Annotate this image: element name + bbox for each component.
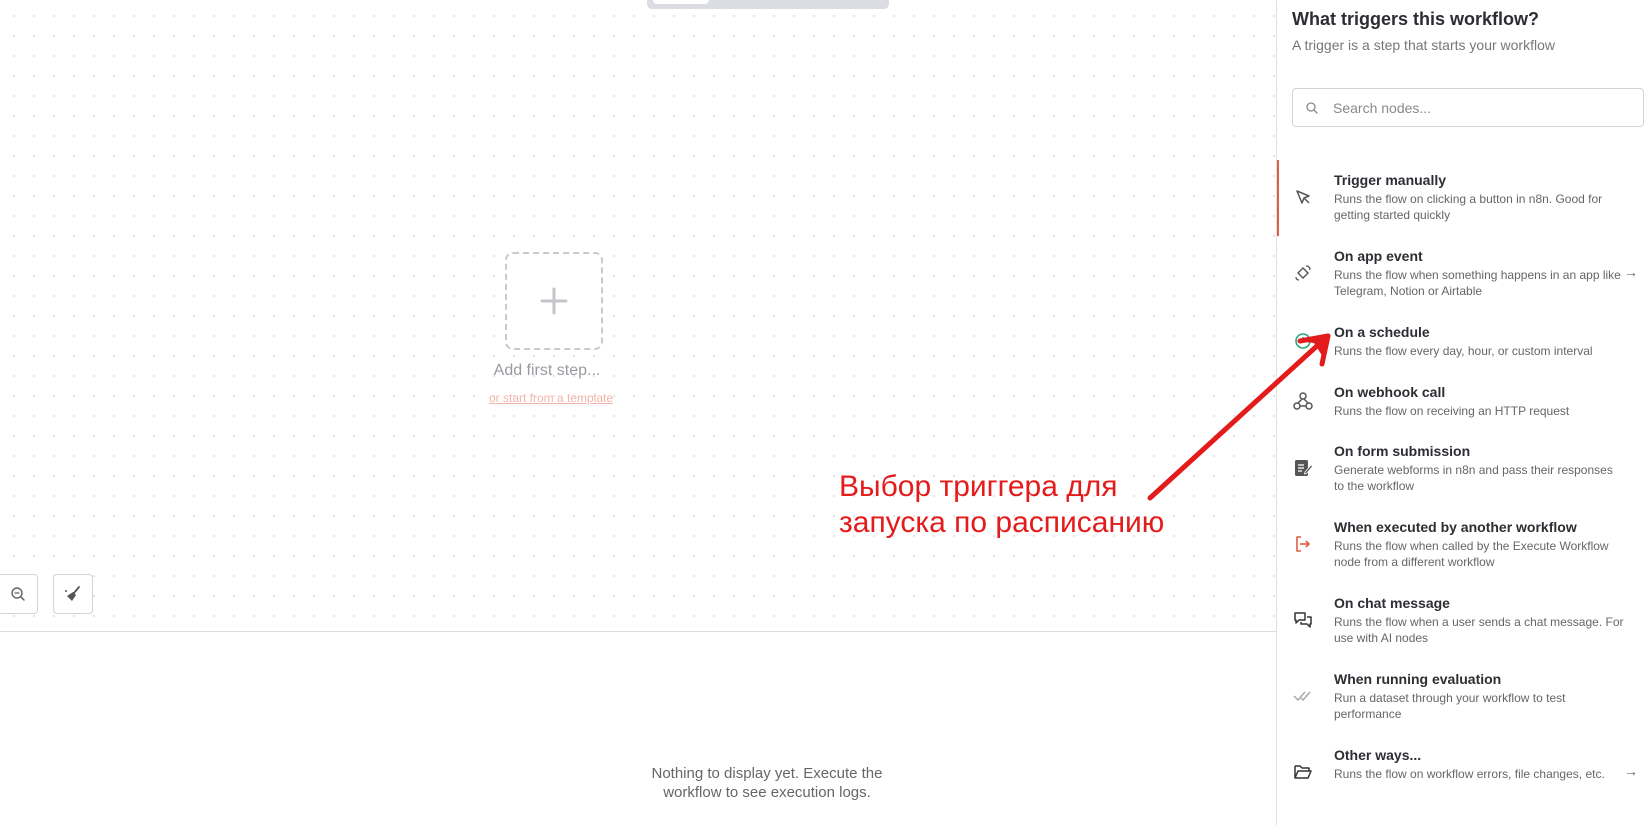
chat-icon <box>1292 609 1314 631</box>
trigger-item-desc: Runs the flow when something happens in … <box>1334 268 1621 298</box>
add-first-step-button[interactable] <box>505 252 603 350</box>
trigger-item-form[interactable]: On form submission Generate webforms in … <box>1277 443 1650 507</box>
search-icon <box>1305 101 1319 115</box>
trigger-item-name: Other ways... <box>1334 747 1422 763</box>
folder-open-icon <box>1292 761 1314 783</box>
tidy-up-button[interactable] <box>53 574 93 614</box>
trigger-item-webhook[interactable]: On webhook call Runs the flow on receivi… <box>1277 384 1650 424</box>
trigger-item-app-event[interactable]: On app event Runs the flow when somethin… <box>1277 248 1650 312</box>
zoom-out-button[interactable] <box>0 574 38 614</box>
trigger-item-manual[interactable]: Trigger manually Runs the flow on clicki… <box>1277 160 1650 236</box>
trigger-item-name: On form submission <box>1334 443 1471 459</box>
trigger-item-name: On chat message <box>1334 595 1450 611</box>
zoom-out-icon <box>11 587 25 601</box>
trigger-item-chat[interactable]: On chat message Runs the flow when a use… <box>1277 595 1650 659</box>
broom-icon <box>65 586 80 601</box>
form-icon <box>1292 457 1314 479</box>
canvas-top-toggle-active[interactable] <box>653 0 709 4</box>
annotation-line1: Выбор триггера для <box>839 470 1118 503</box>
trigger-item-other[interactable]: Other ways... Runs the flow on workflow … <box>1277 747 1650 811</box>
arrow-right-icon: → <box>1624 763 1638 779</box>
webhook-icon <box>1292 390 1314 412</box>
cursor-icon <box>1292 186 1314 208</box>
annotation-line2: запуска по расписанию <box>839 506 1165 539</box>
trigger-item-name: On a schedule <box>1334 324 1430 340</box>
trigger-item-name: On webhook call <box>1334 384 1446 400</box>
plus-icon <box>540 287 568 315</box>
trigger-item-desc: Generate webforms in n8n and pass their … <box>1334 463 1613 493</box>
search-input[interactable] <box>1331 98 1625 117</box>
start-from-template-link[interactable]: or start from a template <box>440 391 670 405</box>
trigger-item-name: When running evaluation <box>1334 671 1502 687</box>
add-first-step-label: Add first step... <box>493 362 601 379</box>
panel-subtitle: A trigger is a step that starts your wor… <box>1292 37 1555 53</box>
logs-divider <box>0 631 1276 632</box>
logs-panel: Nothing to display yet. Execute the work… <box>0 664 1276 825</box>
trigger-item-name: When executed by another workflow <box>1334 519 1577 535</box>
satellite-icon <box>1292 262 1314 284</box>
trigger-selection-panel: What triggers this workflow? A trigger i… <box>1276 0 1650 825</box>
trigger-item-desc: Runs the flow every day, hour, or custom… <box>1334 344 1593 358</box>
trigger-item-desc: Runs the flow on receiving an HTTP reque… <box>1334 404 1570 418</box>
clock-icon <box>1292 330 1314 352</box>
panel-title: What triggers this workflow? <box>1292 9 1540 29</box>
canvas-top-toggle[interactable] <box>647 0 889 9</box>
trigger-item-name: Trigger manually <box>1334 172 1447 188</box>
double-check-icon <box>1292 685 1314 707</box>
arrow-right-icon: → <box>1624 264 1638 280</box>
trigger-item-desc: Run a dataset through your workflow to t… <box>1334 691 1566 721</box>
trigger-item-schedule[interactable]: On a schedule Runs the flow every day, h… <box>1277 324 1650 364</box>
search-box[interactable] <box>1292 88 1644 127</box>
trigger-item-subworkflow[interactable]: When executed by another workflow Runs t… <box>1277 519 1650 583</box>
trigger-item-desc: Runs the flow when a user sends a chat m… <box>1334 615 1624 645</box>
trigger-item-desc: Runs the flow on workflow errors, file c… <box>1334 767 1605 781</box>
trigger-item-name: On app event <box>1334 248 1423 264</box>
trigger-item-desc: Runs the flow when called by the Execute… <box>1334 539 1609 569</box>
trigger-item-desc: Runs the flow on clicking a button in n8… <box>1334 192 1603 222</box>
sign-in-icon <box>1292 533 1314 555</box>
trigger-item-evaluation[interactable]: When running evaluation Run a dataset th… <box>1277 671 1650 735</box>
annotation-text: Выбор триггера для запуска по расписанию <box>839 469 1164 541</box>
